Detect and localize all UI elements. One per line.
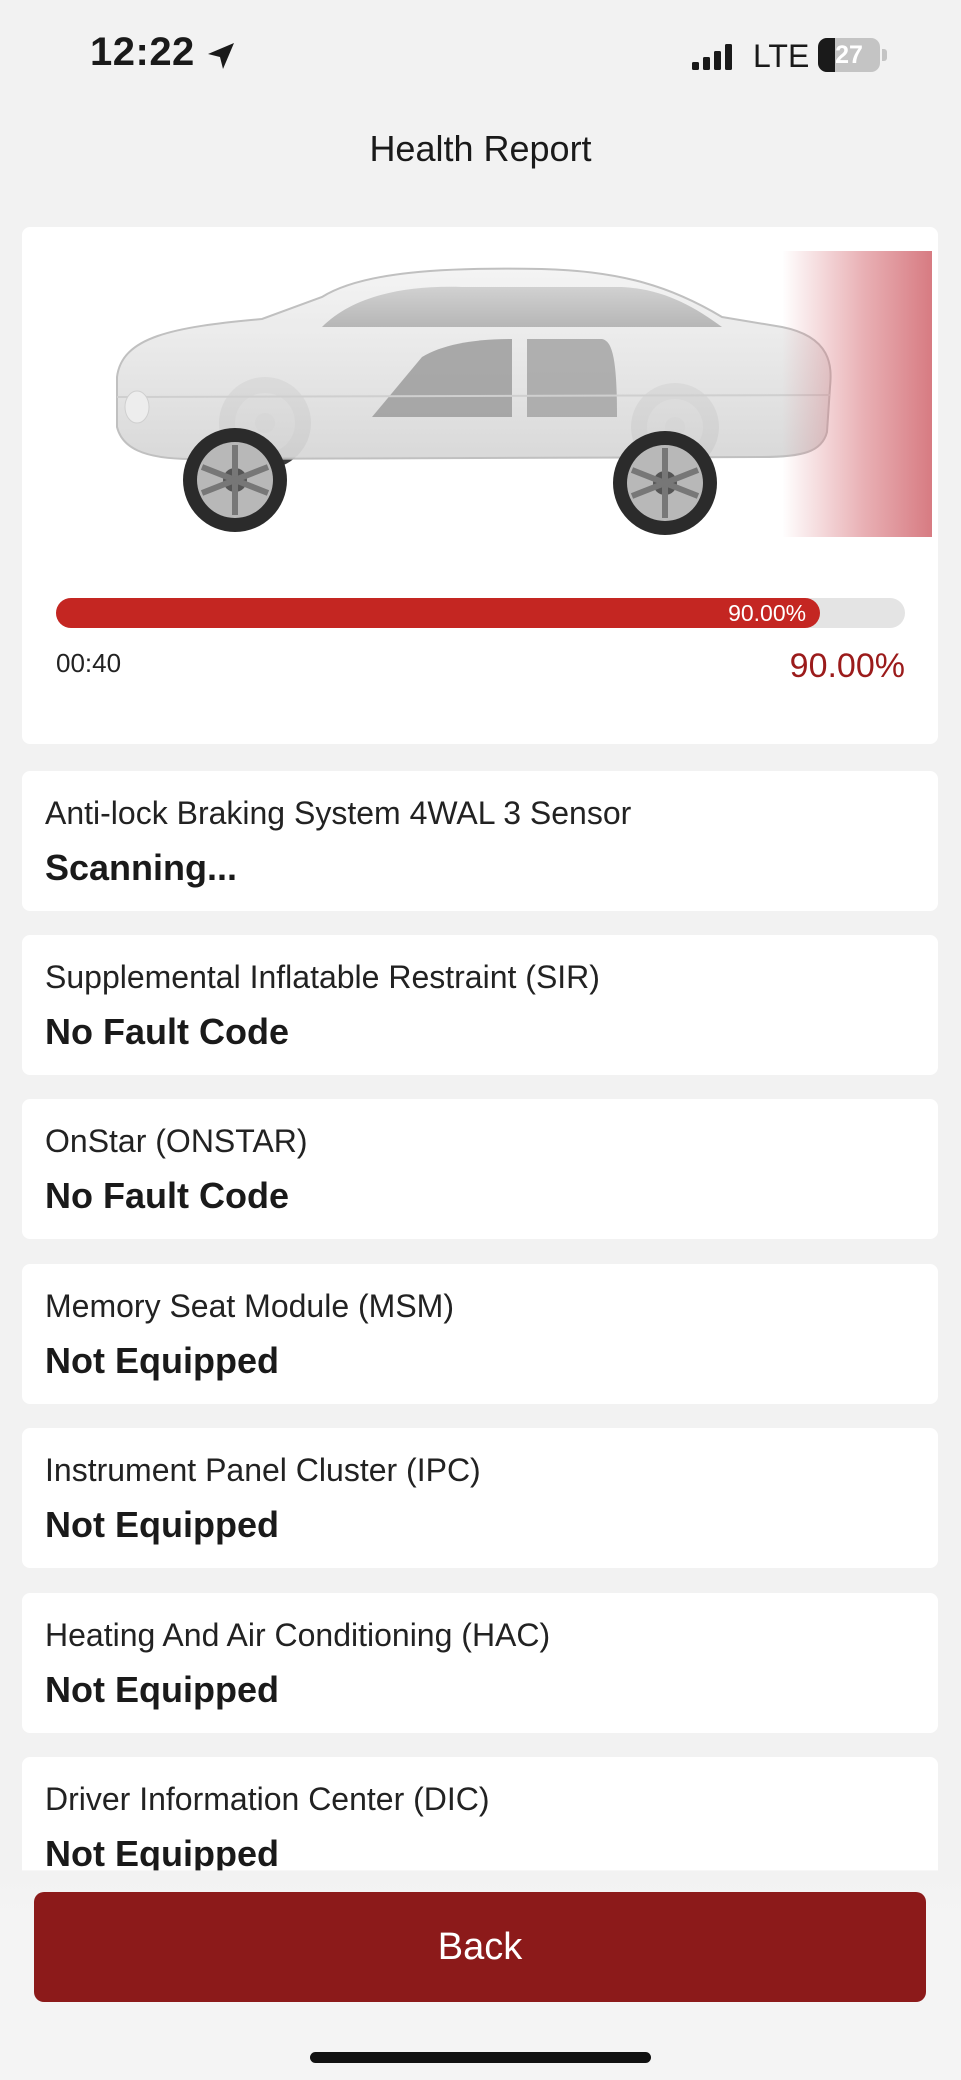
scan-beam (782, 251, 932, 537)
page-title: Health Report (369, 128, 592, 169)
location-arrow-icon (208, 43, 234, 69)
scan-progress-bar: 90.00% (56, 598, 905, 628)
status-time: 12:22 (90, 30, 195, 74)
cellular-signal-icon (692, 44, 732, 70)
module-card[interactable]: Heating And Air Conditioning (HAC) Not E… (22, 1593, 938, 1733)
progress-fill-label: 90.00% (728, 600, 807, 626)
module-name: Driver Information Center (DIC) (45, 1781, 490, 1817)
module-name: OnStar (ONSTAR) (45, 1123, 308, 1159)
rear-near-wheel (183, 428, 287, 532)
module-name: Memory Seat Module (MSM) (45, 1288, 454, 1324)
back-button[interactable]: Back (34, 1892, 926, 2002)
module-card[interactable]: Anti-lock Braking System 4WAL 3 Sensor S… (22, 771, 938, 911)
module-card[interactable]: OnStar (ONSTAR) No Fault Code (22, 1099, 938, 1239)
module-status: Not Equipped (45, 1833, 279, 1871)
module-list[interactable]: Anti-lock Braking System 4WAL 3 Sensor S… (22, 771, 938, 1871)
module-status: Scanning... (45, 847, 238, 888)
scan-percent: 90.00% (789, 647, 905, 685)
module-card[interactable]: Memory Seat Module (MSM) Not Equipped (22, 1264, 938, 1404)
network-type: LTE (753, 38, 810, 74)
module-name: Heating And Air Conditioning (HAC) (45, 1617, 551, 1653)
status-bar: 12:22 LTE 27 (0, 0, 961, 110)
scan-progress-card: 90.00% 00:40 90.00% (22, 227, 938, 744)
battery-icon: 27 (818, 38, 888, 72)
car-front-window (527, 339, 617, 417)
scan-progress-fill: 90.00% (56, 598, 821, 628)
elapsed-time: 00:40 (56, 648, 122, 678)
home-indicator[interactable] (310, 2052, 651, 2063)
module-status: Not Equipped (45, 1340, 279, 1381)
module-name: Supplemental Inflatable Restraint (SIR) (45, 959, 600, 995)
module-status: Not Equipped (45, 1669, 279, 1710)
module-card[interactable]: Driver Information Center (DIC) Not Equi… (22, 1757, 938, 1871)
front-near-wheel (613, 431, 717, 535)
module-name: Instrument Panel Cluster (IPC) (45, 1452, 481, 1488)
module-status: Not Equipped (45, 1504, 279, 1545)
module-status: No Fault Code (45, 1175, 289, 1216)
module-name: Anti-lock Braking System 4WAL 3 Sensor (45, 795, 632, 831)
module-status: No Fault Code (45, 1011, 289, 1052)
battery-percent: 27 (835, 41, 863, 69)
module-card[interactable]: Instrument Panel Cluster (IPC) Not Equip… (22, 1428, 938, 1568)
module-card[interactable]: Supplemental Inflatable Restraint (SIR) … (22, 935, 938, 1075)
